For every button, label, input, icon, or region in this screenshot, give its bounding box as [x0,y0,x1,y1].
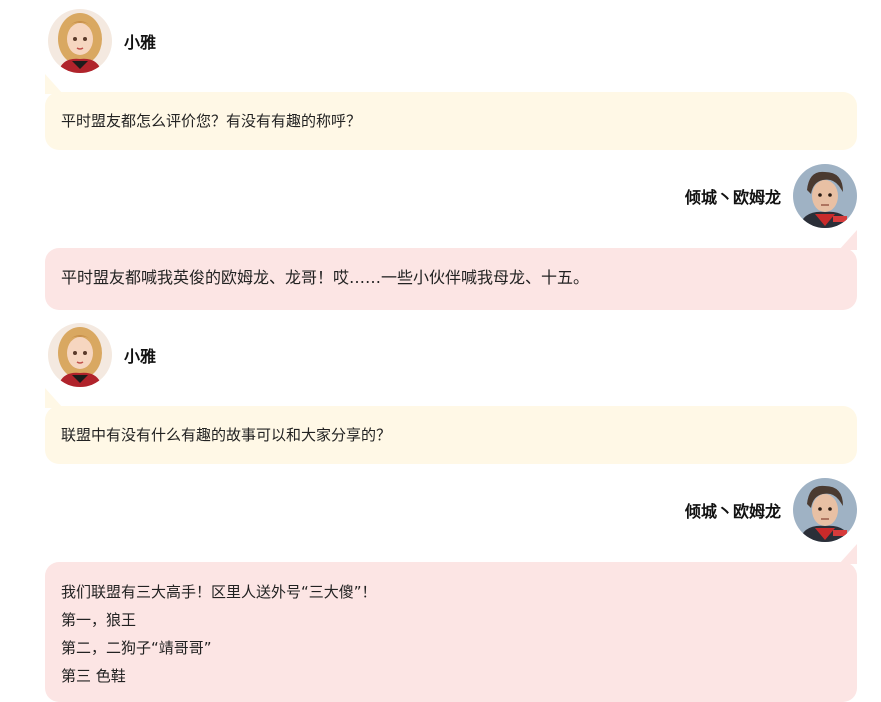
message-text: 联盟中有没有什么有趣的故事可以和大家分享的？ [61,426,392,444]
speaker-row-guest: 倾城丶欧姆龙 [685,163,857,229]
message-bubble: 平时盟友都怎么评价您？有没有有趣的称呼？ [45,74,857,150]
speaker-row-guest: 倾城丶欧姆龙 [685,477,857,543]
warrior-avatar-icon [793,478,857,542]
message-text: 第一，狼王 [61,611,137,629]
girl-avatar-icon [48,323,112,387]
message-bubble: 联盟中有没有什么有趣的故事可以和大家分享的？ [45,388,857,464]
speaker-row-host: 小雅 [48,8,156,74]
message-bubble: 平时盟友都喊我英俊的欧姆龙、龙哥！哎……一些小伙伴喊我母龙、十五。 [45,230,857,310]
speaker-name: 小雅 [124,347,157,366]
warrior-avatar-icon [793,164,857,228]
message-text: 第三 色鞋 [61,667,126,685]
message-text: 平时盟友都喊我英俊的欧姆龙、龙哥！哎……一些小伙伴喊我母龙、十五。 [61,268,590,287]
girl-avatar-icon [48,9,112,73]
message-bubble: 我们联盟有三大高手！区里人送外号“三大傻”！ 第一，狼王 第二，二狗子“靖哥哥”… [45,544,857,702]
speaker-row-host: 小雅 [48,322,156,388]
speaker-name: 倾城丶欧姆龙 [684,502,781,521]
speaker-name: 倾城丶欧姆龙 [684,188,781,207]
interview-chat: 小雅 平时盟友都怎么评价您？有没有有趣的称呼？ 倾城丶欧姆龙 平时盟友都喊我英俊… [0,0,881,702]
message-text: 第二，二狗子“靖哥哥” [61,639,212,657]
speaker-name: 小雅 [124,33,157,52]
message-text: 平时盟友都怎么评价您？有没有有趣的称呼？ [61,112,362,130]
message-text: 我们联盟有三大高手！区里人送外号“三大傻”！ [61,583,377,601]
